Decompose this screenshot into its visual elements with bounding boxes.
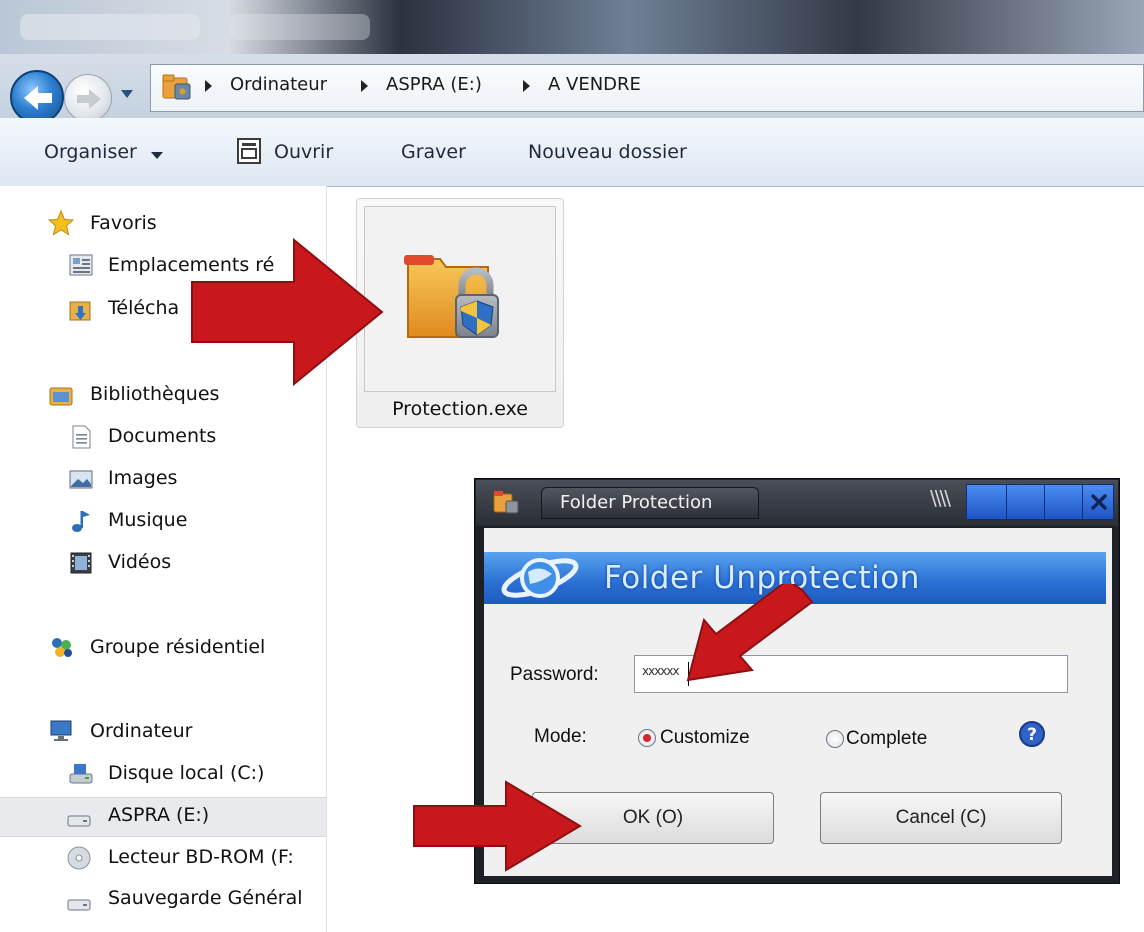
recent-pages-dropdown-icon[interactable] [120,88,134,100]
sidebar-item-aspra[interactable]: ASPRA (E:) [108,804,209,826]
sidebar-item-videos[interactable]: Vidéos [108,551,171,573]
radio-selected-dot [643,734,651,742]
computer-icon [50,720,72,741]
close-icon[interactable] [1084,484,1114,520]
radio-complete-label[interactable]: Complete [846,728,927,750]
arrow-annotation-icon [191,238,384,386]
control-separator [1006,484,1007,520]
sidebar-item-computer[interactable]: Ordinateur [90,720,192,742]
breadcrumb-separator-icon[interactable] [523,80,530,92]
sidebar-item-music[interactable]: Musique [108,509,187,531]
organize-button[interactable]: Organiser [44,141,137,163]
password-label: Password: [510,664,599,685]
back-button[interactable] [10,70,64,124]
sidebar-item-documents[interactable]: Documents [108,425,216,447]
breadcrumb-ordinateur[interactable]: Ordinateur [230,74,327,95]
lock-folder-icon [404,255,499,338]
radio-customize[interactable] [638,729,656,747]
app-icon [493,491,519,514]
breadcrumb-separator-icon[interactable] [205,80,212,92]
password-value: xxxxxx [642,664,680,678]
videos-icon [70,552,92,574]
file-name-label[interactable]: Protection.exe [356,398,564,420]
blurred-title-2 [230,14,370,40]
control-separator [1082,484,1083,520]
sidebar-item-images[interactable]: Images [108,467,177,489]
recent-places-icon [69,254,93,276]
forward-button[interactable] [64,74,112,122]
organize-dropdown-icon[interactable] [151,152,163,159]
radio-customize-label[interactable]: Customize [660,727,750,749]
documents-icon [72,425,91,449]
radio-complete[interactable] [826,730,844,748]
network-drive-icon [67,899,91,911]
mode-label: Mode: [534,726,587,747]
local-disk-icon [69,764,93,784]
sidebar-item-downloads[interactable]: Télécha [108,297,179,319]
window-title-bar [0,0,1144,54]
downloads-folder-icon [69,301,91,321]
grip-icon: \\\\ [930,486,951,510]
open-file-icon[interactable] [236,137,262,165]
cancel-button[interactable]: Cancel (C) [820,792,1062,844]
folder-icon [162,74,191,100]
sidebar-item-backup[interactable]: Sauvegarde Général [108,887,303,909]
dialog-title: Folder Protection [560,492,713,513]
sidebar-item-libraries[interactable]: Bibliothèques [90,383,219,405]
globe-logo-icon [501,558,579,598]
images-icon [69,470,93,489]
control-separator [1044,484,1045,520]
burn-button[interactable]: Graver [401,141,466,163]
new-folder-button[interactable]: Nouveau dossier [528,141,687,163]
arrow-annotation-icon [413,780,582,872]
forward-arrow-icon [77,89,101,109]
breadcrumb-aspra[interactable]: ASPRA (E:) [386,74,482,95]
help-icon[interactable]: ? [1018,720,1046,748]
svg-text:?: ? [1027,725,1037,745]
sidebar-item-local-disk[interactable]: Disque local (C:) [108,762,264,784]
libraries-icon [49,387,73,406]
sidebar-item-bd-rom[interactable]: Lecteur BD-ROM (F: [108,846,294,868]
blurred-title [20,14,200,40]
breadcrumb-separator-icon[interactable] [361,80,368,92]
star-icon [48,210,74,236]
breadcrumb-a-vendre[interactable]: A VENDRE [548,74,641,95]
sidebar-item-homegroup[interactable]: Groupe résidentiel [90,636,265,658]
homegroup-icon [52,638,72,657]
sidebar-item-favorites[interactable]: Favoris [90,212,157,234]
removable-drive-icon [67,815,91,827]
bd-rom-drive-icon [67,846,91,870]
arrow-annotation-icon [686,584,814,682]
music-icon [72,511,90,532]
open-button[interactable]: Ouvrir [274,141,333,163]
